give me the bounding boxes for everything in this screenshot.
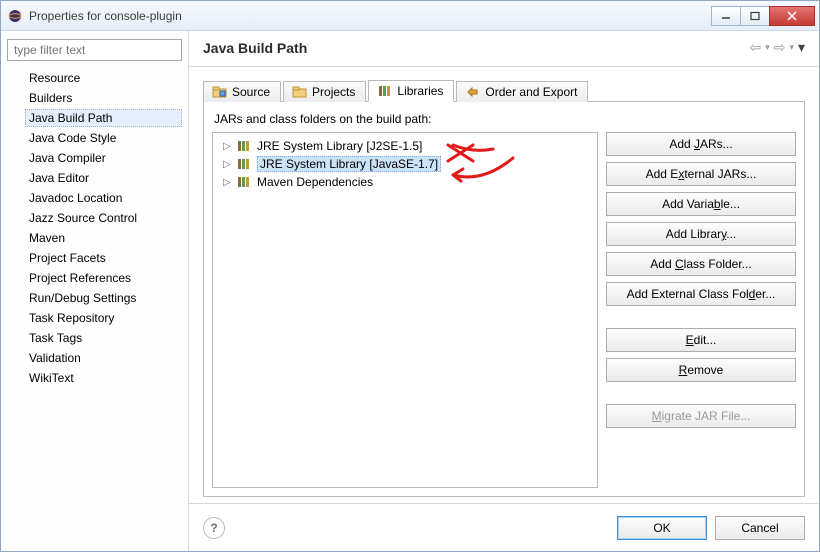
dialog-footer: ? OK Cancel	[189, 503, 819, 551]
tree-item-label: JRE System Library [JavaSE-1.7]	[257, 156, 441, 172]
nav-item-builders[interactable]: Builders	[25, 89, 182, 107]
back-menu-icon[interactable]: ▾	[765, 42, 770, 53]
edit-button[interactable]: Edit...	[606, 328, 796, 352]
nav-item-wikitext[interactable]: WikiText	[25, 369, 182, 387]
library-icon	[237, 139, 253, 153]
expand-icon[interactable]: ▷	[223, 159, 233, 170]
cancel-button[interactable]: Cancel	[715, 516, 805, 540]
nav-item-validation[interactable]: Validation	[25, 349, 182, 367]
add-variable-button[interactable]: Add Variable...	[606, 192, 796, 216]
nav-item-jazz-source-control[interactable]: Jazz Source Control	[25, 209, 182, 227]
eclipse-icon	[7, 8, 23, 24]
nav-item-task-repository[interactable]: Task Repository	[25, 309, 182, 327]
add-jars-button[interactable]: Add JARs...	[606, 132, 796, 156]
expand-icon[interactable]: ▷	[223, 177, 233, 188]
add-external-jars-button[interactable]: Add External JARs...	[606, 162, 796, 186]
page-nav-arrows: ⇦▾ ⇨▾ ▾	[749, 39, 805, 56]
nav-item-task-tags[interactable]: Task Tags	[25, 329, 182, 347]
tree-item-jre-javase17[interactable]: ▷ JRE System Library [JavaSE-1.7]	[221, 155, 595, 173]
content-pane: Java Build Path ⇦▾ ⇨▾ ▾ Source Projects	[189, 31, 819, 551]
tree-item-label: JRE System Library [J2SE-1.5]	[257, 139, 422, 153]
nav-item-java-code-style[interactable]: Java Code Style	[25, 129, 182, 147]
help-button[interactable]: ?	[203, 517, 225, 539]
window-title: Properties for console-plugin	[29, 9, 712, 23]
view-menu-icon[interactable]: ▾	[798, 39, 805, 56]
add-library-button[interactable]: Add Library...	[606, 222, 796, 246]
window-controls	[712, 6, 815, 26]
migrate-jar-button: Migrate JAR File...	[606, 404, 796, 428]
back-icon[interactable]: ⇦	[749, 39, 761, 56]
tab-label: Libraries	[397, 84, 443, 98]
tree-item-jre-j2se15[interactable]: ▷ JRE System Library [J2SE-1.5]	[221, 138, 595, 154]
dialog-window: Properties for console-plugin Resource B…	[0, 0, 820, 552]
remove-button[interactable]: Remove	[606, 358, 796, 382]
build-path-label: JARs and class folders on the build path…	[214, 112, 796, 126]
add-class-folder-button[interactable]: Add Class Folder...	[606, 252, 796, 276]
tab-projects[interactable]: Projects	[283, 81, 366, 102]
titlebar: Properties for console-plugin	[1, 1, 819, 31]
tab-label: Projects	[312, 85, 355, 99]
nav-item-javadoc-location[interactable]: Javadoc Location	[25, 189, 182, 207]
nav-item-java-editor[interactable]: Java Editor	[25, 169, 182, 187]
expand-icon[interactable]: ▷	[223, 141, 233, 152]
tab-order-export[interactable]: Order and Export	[456, 81, 588, 102]
nav-item-run-debug-settings[interactable]: Run/Debug Settings	[25, 289, 182, 307]
close-button[interactable]	[769, 6, 815, 26]
projects-folder-icon	[292, 85, 308, 99]
library-icon	[377, 84, 393, 98]
libraries-panel: JARs and class folders on the build path…	[203, 101, 805, 497]
tab-libraries[interactable]: Libraries	[368, 80, 454, 102]
ok-button[interactable]: OK	[617, 516, 707, 540]
tab-label: Source	[232, 85, 270, 99]
nav-item-maven[interactable]: Maven	[25, 229, 182, 247]
order-export-icon	[465, 85, 481, 99]
page-header: Java Build Path ⇦▾ ⇨▾ ▾	[189, 31, 819, 67]
forward-icon[interactable]: ⇨	[774, 39, 786, 56]
nav-item-resource[interactable]: Resource	[25, 69, 182, 87]
nav-item-java-build-path[interactable]: Java Build Path	[25, 109, 182, 127]
nav-list: Resource Builders Java Build Path Java C…	[7, 69, 182, 387]
source-folder-icon	[212, 85, 228, 99]
tree-item-maven-deps[interactable]: ▷ Maven Dependencies	[221, 174, 595, 190]
tree-item-label: Maven Dependencies	[257, 175, 373, 189]
libraries-tree[interactable]: ▷ JRE System Library [J2SE-1.5] ▷ JRE Sy…	[212, 132, 598, 488]
filter-input[interactable]	[7, 39, 182, 61]
nav-item-java-compiler[interactable]: Java Compiler	[25, 149, 182, 167]
tab-bar: Source Projects Libraries Order and Expo…	[203, 77, 805, 101]
nav-item-project-facets[interactable]: Project Facets	[25, 249, 182, 267]
tab-source[interactable]: Source	[203, 81, 281, 102]
minimize-button[interactable]	[711, 6, 741, 26]
library-icon	[237, 175, 253, 189]
button-column: Add JARs... Add External JARs... Add Var…	[606, 132, 796, 488]
add-external-class-folder-button[interactable]: Add External Class Folder...	[606, 282, 796, 306]
library-icon	[237, 157, 253, 171]
nav-pane: Resource Builders Java Build Path Java C…	[1, 31, 189, 551]
page-title: Java Build Path	[203, 40, 749, 56]
maximize-button[interactable]	[740, 6, 770, 26]
tab-label: Order and Export	[485, 85, 577, 99]
forward-menu-icon[interactable]: ▾	[789, 42, 794, 53]
nav-item-project-references[interactable]: Project References	[25, 269, 182, 287]
